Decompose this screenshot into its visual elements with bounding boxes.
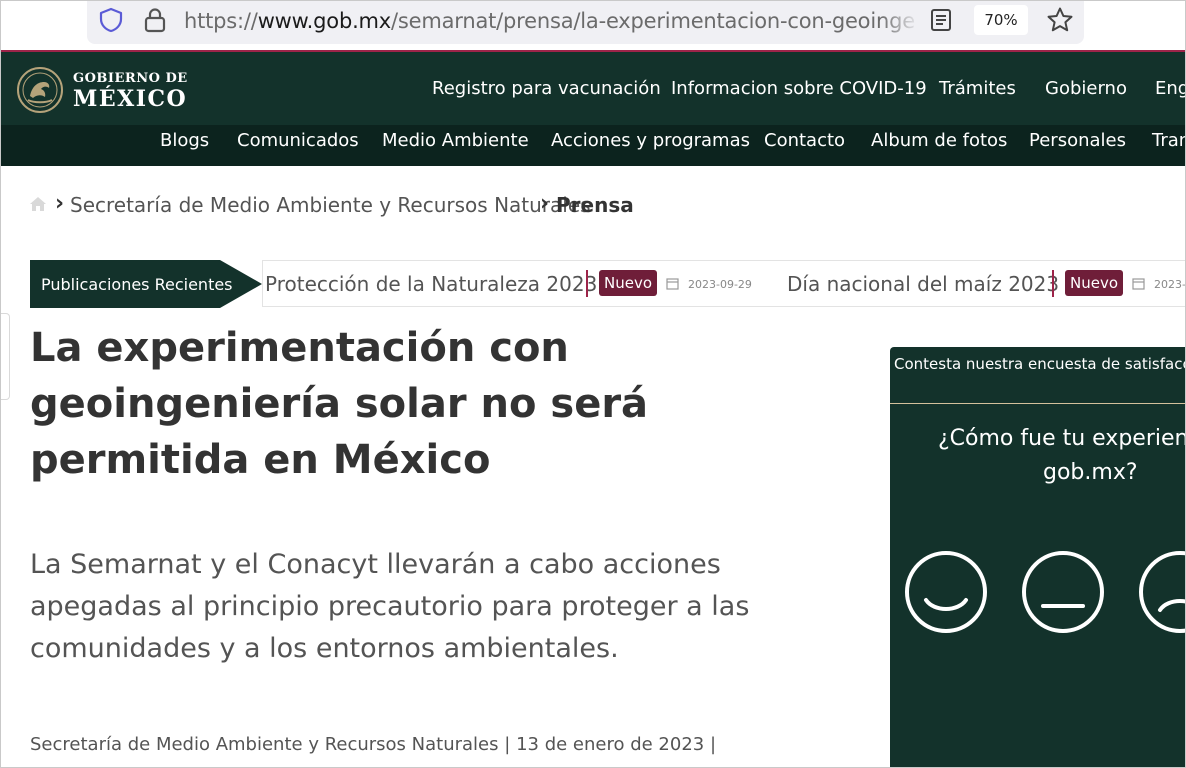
home-icon[interactable] <box>29 196 47 212</box>
calendar-icon <box>666 278 679 290</box>
calendar-icon <box>1132 278 1145 290</box>
article-title: La experimentación con geoingeniería sol… <box>30 325 649 483</box>
new-badge: Nuevo <box>1065 270 1124 296</box>
new-badge: Nuevo <box>599 270 658 296</box>
logo-text-gobierno[interactable]: GOBIERNO DE <box>73 71 188 86</box>
coat-of-arms-icon[interactable] <box>16 66 64 114</box>
shield-icon[interactable] <box>98 7 124 33</box>
reader-view-icon[interactable] <box>930 8 952 32</box>
url-text[interactable]: https://www.gob.mx/semarnat/prensa/la-ex… <box>184 9 916 33</box>
recent-item-title[interactable]: Protección de la Naturaleza 2023 <box>265 272 597 296</box>
byline-separator: | <box>709 734 717 755</box>
smiley-neutral-icon[interactable] <box>1021 550 1105 634</box>
survey-question: ¿Cómo fue tu experiencia en <box>938 426 1186 451</box>
recent-item-divider <box>586 270 588 297</box>
recent-item-divider <box>1052 270 1054 297</box>
zoom-level[interactable]: 70% <box>974 5 1028 35</box>
article-byline: Secretaría de Medio Ambiente y Recursos … <box>30 734 716 755</box>
breadcrumb-separator: › <box>540 191 550 216</box>
subnav-medio-ambiente[interactable]: Medio Ambiente <box>382 130 529 151</box>
bookmark-star-icon[interactable] <box>1046 6 1074 34</box>
site-header: GOBIERNO DE MÉXICO Registro para vacunac… <box>0 52 1186 125</box>
nav-tramites[interactable]: Trámites <box>939 78 1016 99</box>
breadcrumb-separator: › <box>55 191 65 216</box>
nav-registro-vacunacion[interactable]: Registro para vacunación <box>432 78 661 99</box>
article-lead: La Semarnat y el Conacyt llevarán a cabo… <box>30 549 750 664</box>
byline-separator: | <box>504 734 511 755</box>
nav-covid-info[interactable]: Informacion sobre COVID-19 <box>671 78 927 99</box>
nav-english[interactable]: Eng <box>1155 78 1186 99</box>
breadcrumb-semarnat[interactable]: Secretaría de Medio Ambiente y Recursos … <box>70 193 591 217</box>
subnav-contacto[interactable]: Contacto <box>764 130 845 151</box>
recent-item-title[interactable]: Día nacional del maíz 2023 <box>787 272 1059 296</box>
byline-date: 13 de enero de 2023 <box>516 734 705 755</box>
recent-item-date: 2023-09-29 <box>1154 278 1186 291</box>
section-nav: Blogs Comunicados Medio Ambiente Accione… <box>0 125 1186 166</box>
survey-header[interactable]: Contesta nuestra encuesta de satisfacció… <box>894 355 1186 373</box>
recent-item-date: 2023-09-29 <box>688 278 752 291</box>
logo-text-mexico[interactable]: MÉXICO <box>73 86 187 112</box>
subnav-blogs[interactable]: Blogs <box>160 130 209 151</box>
recent-publications-label: Publicaciones Recientes <box>41 275 233 294</box>
smiley-happy-icon[interactable] <box>904 550 988 634</box>
subnav-transparencia[interactable]: Tran <box>1152 130 1186 151</box>
subnav-comunicados[interactable]: Comunicados <box>237 130 359 151</box>
byline-org[interactable]: Secretaría de Medio Ambiente y Recursos … <box>30 734 499 755</box>
smiley-sad-icon[interactable] <box>1138 550 1186 634</box>
url-fade <box>880 4 920 38</box>
subnav-personales[interactable]: Personales <box>1029 130 1126 151</box>
side-tab[interactable] <box>0 313 10 400</box>
nav-gobierno[interactable]: Gobierno <box>1045 78 1127 99</box>
lock-icon[interactable] <box>143 7 167 33</box>
subnav-album-fotos[interactable]: Album de fotos <box>871 130 1007 151</box>
survey-divider <box>890 403 1186 404</box>
subnav-acciones-programas[interactable]: Acciones y programas <box>551 130 750 151</box>
survey-question-cont: gob.mx? <box>1043 460 1138 485</box>
breadcrumb-current: Prensa <box>556 193 634 217</box>
